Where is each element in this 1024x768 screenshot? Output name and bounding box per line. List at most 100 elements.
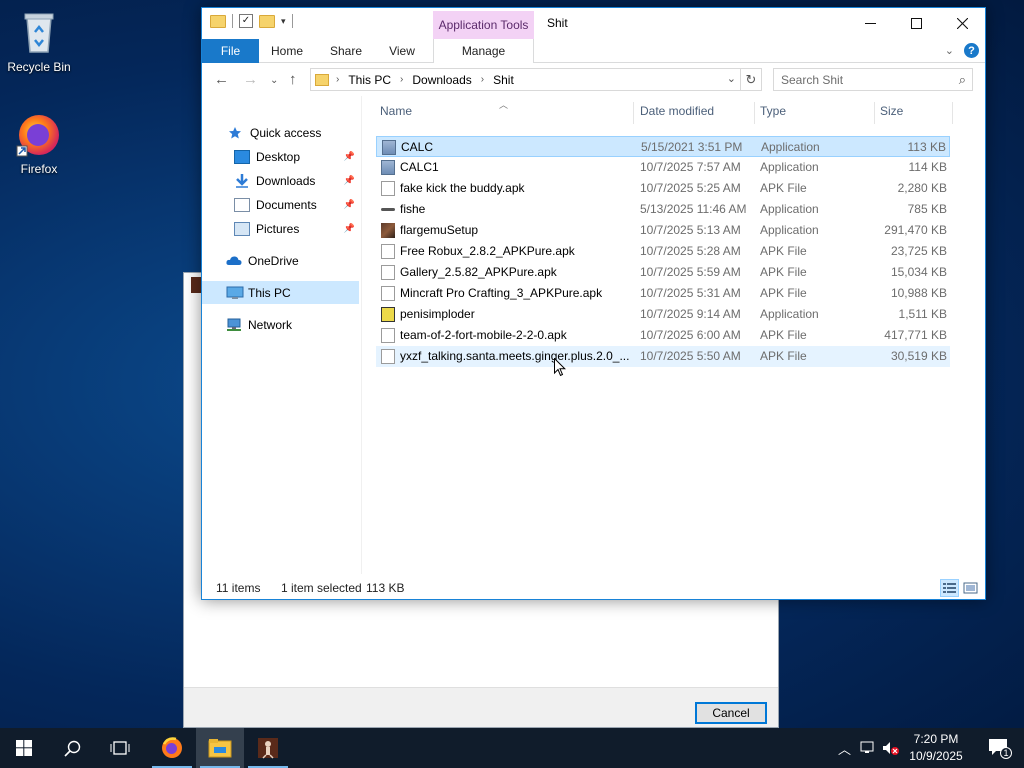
- close-button[interactable]: [939, 8, 985, 38]
- file-icon: [381, 349, 395, 364]
- sidebar-item-network[interactable]: Network: [202, 313, 359, 336]
- file-size: 114 KB: [908, 160, 947, 174]
- sidebar-item-downloads[interactable]: Downloads 📌: [202, 169, 359, 192]
- table-row[interactable]: Gallery_2.5.82_APKPure.apk 10/7/2025 5:5…: [376, 262, 950, 283]
- tab-home[interactable]: Home: [264, 39, 310, 63]
- caption-buttons: [847, 8, 985, 38]
- taskbar-firefox[interactable]: [148, 728, 196, 768]
- desktop-folder-icon: [234, 149, 250, 164]
- minimize-icon: [864, 22, 876, 24]
- title-bar[interactable]: ✓ ▾ Application Tools Shit: [202, 8, 985, 39]
- breadcrumb-downloads[interactable]: Downloads: [412, 73, 471, 87]
- tab-view[interactable]: View: [380, 39, 424, 63]
- file-date: 5/13/2025 11:46 AM: [640, 202, 747, 216]
- column-header-name[interactable]: Name: [380, 104, 412, 124]
- start-button[interactable]: [0, 728, 48, 768]
- column-divider[interactable]: [633, 102, 634, 124]
- sidebar-item-label: Pictures: [256, 221, 300, 236]
- cancel-button[interactable]: Cancel: [695, 702, 767, 724]
- file-icon: [381, 286, 395, 301]
- tab-file[interactable]: File: [202, 39, 259, 63]
- minimize-button[interactable]: [847, 8, 893, 38]
- tab-share[interactable]: Share: [323, 39, 369, 63]
- column-header-size[interactable]: Size: [880, 104, 903, 124]
- expand-ribbon-chevron-icon[interactable]: ⌄: [945, 44, 954, 57]
- refresh-icon[interactable]: ↻: [741, 68, 762, 91]
- file-type: Application: [760, 160, 819, 174]
- table-row[interactable]: CALC 5/15/2021 3:51 PM Application 113 K…: [376, 136, 950, 157]
- file-name: fishe: [400, 202, 426, 216]
- help-icon[interactable]: ?: [964, 43, 979, 58]
- column-header-date[interactable]: Date modified: [640, 104, 714, 124]
- new-folder-icon[interactable]: [259, 14, 275, 28]
- search-input[interactable]: Search Shit ⌕: [773, 68, 973, 91]
- sidebar-item-label: Desktop: [256, 149, 301, 164]
- breadcrumb-this-pc[interactable]: This PC: [348, 73, 391, 87]
- search-button[interactable]: [48, 728, 96, 768]
- file-icon: [381, 181, 395, 196]
- tab-manage[interactable]: Manage: [433, 39, 534, 63]
- file-name: Gallery_2.5.82_APKPure.apk: [400, 265, 557, 279]
- table-row[interactable]: CALC1 10/7/2025 7:57 AM Application 114 …: [376, 157, 950, 178]
- pin-icon[interactable]: 📌: [344, 175, 355, 186]
- show-hidden-icons-chevron-icon[interactable]: ︿: [838, 739, 851, 758]
- table-row[interactable]: Mincraft Pro Crafting_3_APKPure.apk 10/7…: [376, 283, 950, 304]
- taskbar-file-explorer[interactable]: [196, 728, 244, 768]
- breadcrumb-chevron-icon[interactable]: ›: [400, 74, 403, 85]
- breadcrumb-chevron-icon[interactable]: ›: [336, 74, 339, 85]
- pin-icon[interactable]: 📌: [344, 151, 355, 162]
- app-character-icon: [258, 738, 278, 759]
- contextual-tab-group: Application Tools: [433, 11, 534, 39]
- table-row[interactable]: fake kick the buddy.apk 10/7/2025 5:25 A…: [376, 178, 950, 199]
- address-dropdown-chevron-icon[interactable]: ⌄: [727, 72, 736, 85]
- pin-icon[interactable]: 📌: [344, 223, 355, 234]
- maximize-button[interactable]: [893, 8, 939, 38]
- column-header-type[interactable]: Type: [760, 104, 786, 124]
- table-row[interactable]: penisimploder 10/7/2025 9:14 AM Applicat…: [376, 304, 950, 325]
- properties-icon[interactable]: ✓: [239, 14, 253, 28]
- file-name: Mincraft Pro Crafting_3_APKPure.apk: [400, 286, 603, 300]
- action-center-button[interactable]: 1: [988, 738, 1012, 759]
- back-arrow-icon[interactable]: ←: [214, 71, 229, 88]
- file-size: 15,034 KB: [890, 265, 947, 279]
- file-size: 417,771 KB: [884, 328, 947, 342]
- breadcrumb-chevron-icon[interactable]: ›: [481, 74, 484, 85]
- star-icon: [228, 126, 244, 140]
- clock[interactable]: 7:20 PM 10/9/2025: [906, 731, 966, 765]
- forward-arrow-icon[interactable]: →: [243, 71, 258, 88]
- up-arrow-icon[interactable]: ↑: [289, 71, 297, 88]
- windows-logo-icon: [16, 740, 32, 756]
- sidebar-item-onedrive[interactable]: OneDrive: [202, 249, 359, 272]
- table-row[interactable]: yxzf_talking.santa.meets.ginger.plus.2.0…: [376, 346, 950, 367]
- table-row[interactable]: flargemuSetup 10/7/2025 5:13 AM Applicat…: [376, 220, 950, 241]
- details-view-icon[interactable]: [940, 579, 959, 597]
- address-bar[interactable]: › This PC › Downloads › Shit ⌄: [310, 68, 741, 91]
- file-name: penisimploder: [400, 307, 475, 321]
- breadcrumb-current[interactable]: Shit: [493, 73, 514, 87]
- folder-icon: [210, 14, 226, 28]
- recent-locations-chevron-icon[interactable]: ⌄: [270, 75, 278, 86]
- search-placeholder: Search Shit: [781, 72, 844, 87]
- column-divider[interactable]: [952, 102, 953, 124]
- sidebar-item-this-pc[interactable]: This PC: [202, 281, 359, 304]
- pin-icon[interactable]: 📌: [344, 199, 355, 210]
- taskbar-app[interactable]: [244, 728, 292, 768]
- sidebar-item-pictures[interactable]: Pictures 📌: [202, 217, 359, 240]
- column-divider[interactable]: [874, 102, 875, 124]
- volume-muted-icon[interactable]: [882, 740, 900, 756]
- network-icon[interactable]: [860, 740, 878, 756]
- sidebar-item-desktop[interactable]: Desktop 📌: [202, 145, 359, 168]
- sidebar-item-documents[interactable]: Documents 📌: [202, 193, 359, 216]
- sidebar-item-quick-access[interactable]: Quick access: [202, 121, 359, 144]
- table-row[interactable]: team-of-2-fort-mobile-2-2-0.apk 10/7/202…: [376, 325, 950, 346]
- file-explorer-window: ✓ ▾ Application Tools Shit File Home Sha…: [201, 7, 986, 600]
- desktop-icon-firefox[interactable]: Firefox: [1, 110, 77, 176]
- column-divider[interactable]: [754, 102, 755, 124]
- large-icons-view-icon[interactable]: [961, 579, 980, 597]
- desktop-icon-recycle-bin[interactable]: Recycle Bin: [1, 8, 77, 74]
- table-row[interactable]: Free Robux_2.8.2_APKPure.apk 10/7/2025 5…: [376, 241, 950, 262]
- table-row[interactable]: fishe 5/13/2025 11:46 AM Application 785…: [376, 199, 950, 220]
- task-view-button[interactable]: [96, 728, 144, 768]
- file-type: APK File: [760, 328, 807, 342]
- customize-toolbar-chevron-icon[interactable]: ▾: [281, 16, 286, 27]
